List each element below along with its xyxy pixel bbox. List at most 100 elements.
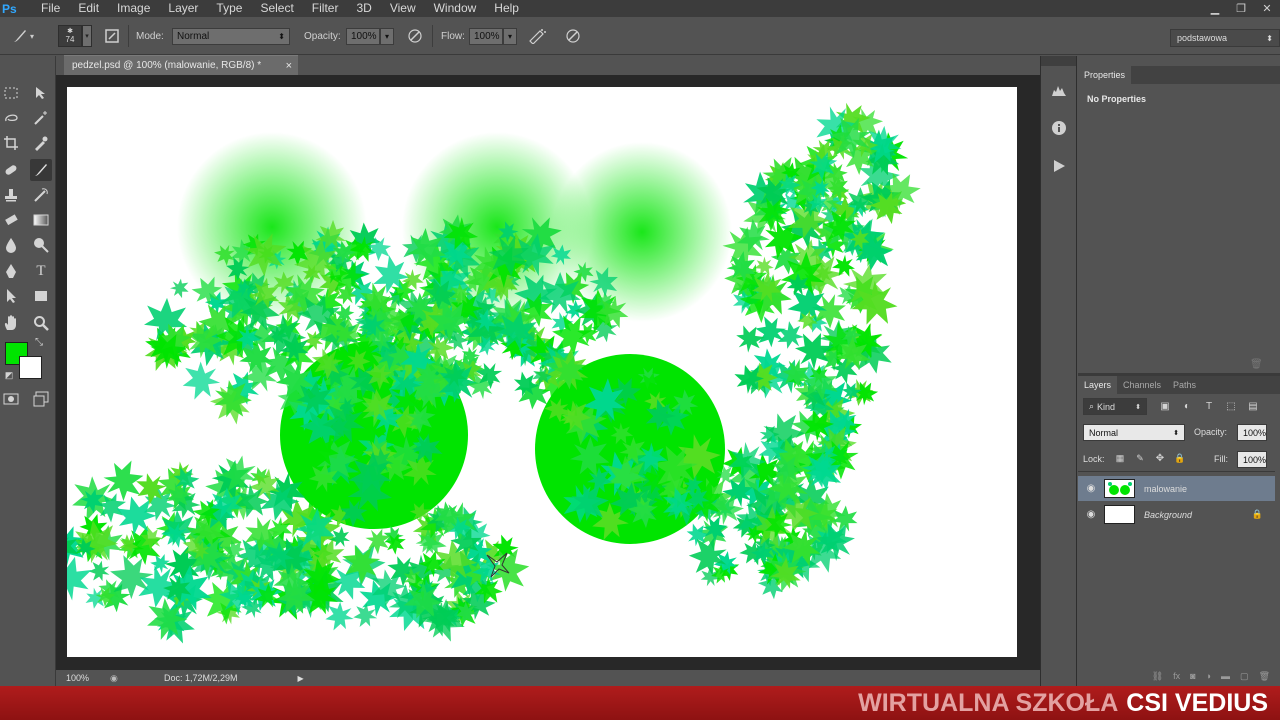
tab-channels[interactable]: Channels <box>1117 376 1167 394</box>
search-icon: ⌕ <box>1089 401 1095 411</box>
lock-all-icon[interactable]: 🔒 <box>1172 450 1188 466</box>
history-brush-tool-icon[interactable] <box>30 184 52 206</box>
layer-filter-select[interactable]: ⌕ Kind ⬍ <box>1083 398 1147 415</box>
marquee-tool-icon[interactable] <box>0 82 22 104</box>
new-group-icon[interactable]: ▬ <box>1221 671 1230 681</box>
menu-select[interactable]: Select <box>251 0 302 17</box>
delete-layer-icon[interactable]: 🗑 <box>1259 671 1270 682</box>
opacity-input[interactable]: 100% <box>346 27 380 45</box>
pressure-size-toggle[interactable] <box>563 17 583 55</box>
tab-paths[interactable]: Paths <box>1167 376 1202 394</box>
filter-adjustment-icon[interactable]: ◐ <box>1178 397 1196 415</box>
opacity-dropdown[interactable]: ▾ <box>380 27 394 45</box>
menu-type[interactable]: Type <box>207 0 251 17</box>
add-mask-icon[interactable]: ◙ <box>1190 671 1195 681</box>
minimize-icon[interactable]: ▁ <box>1202 0 1228 17</box>
airbrush-toggle[interactable] <box>527 17 547 55</box>
quick-mask-icon[interactable] <box>0 388 22 410</box>
magic-wand-tool-icon[interactable] <box>30 107 52 129</box>
canvas[interactable] <box>67 87 1017 657</box>
dodge-tool-icon[interactable] <box>30 234 52 256</box>
menu-view[interactable]: View <box>381 0 425 17</box>
brush-tool-icon[interactable] <box>30 159 52 181</box>
healing-brush-tool-icon[interactable] <box>0 159 22 181</box>
lock-label: Lock: <box>1083 454 1105 464</box>
menu-edit[interactable]: Edit <box>69 0 108 17</box>
lock-position-icon[interactable]: ✥ <box>1152 450 1168 466</box>
eye-icon[interactable]: ◉ <box>1078 483 1104 494</box>
blur-tool-icon[interactable] <box>0 234 22 256</box>
link-layers-icon[interactable]: ⛓ <box>1152 671 1163 682</box>
close-icon[interactable]: × <box>286 60 292 72</box>
layer-style-icon[interactable]: fx <box>1173 671 1180 681</box>
doc-size-info: Doc: 1,72M/2,29M <box>164 673 238 683</box>
crop-tool-icon[interactable] <box>0 132 22 154</box>
swap-colors-icon[interactable]: ⤡ <box>32 335 46 349</box>
tab-layers[interactable]: Layers <box>1078 376 1118 394</box>
pressure-opacity-toggle[interactable] <box>405 17 425 55</box>
background-color-swatch[interactable] <box>19 356 42 379</box>
lock-icon: 🔒 <box>1251 509 1263 519</box>
watermark-banner: WIRTUALNA SZKOŁA CSI VEDIUS <box>0 686 1280 720</box>
filter-shape-icon[interactable]: ⬚ <box>1222 397 1240 415</box>
pen-tool-icon[interactable] <box>0 260 22 282</box>
menu-3d[interactable]: 3D <box>347 0 380 17</box>
brush-panel-toggle[interactable] <box>102 17 122 55</box>
document-title: pedzel.psd @ 100% (malowanie, RGB/8) * <box>72 60 262 71</box>
screen-mode-icon[interactable] <box>30 388 52 410</box>
zoom-level[interactable]: 100% <box>66 673 110 683</box>
menu-file[interactable]: File <box>32 0 69 17</box>
layer-opacity-input[interactable]: 100% <box>1237 424 1267 441</box>
rectangle-tool-icon[interactable] <box>30 285 52 307</box>
menu-image[interactable]: Image <box>108 0 159 17</box>
menu-filter[interactable]: Filter <box>303 0 348 17</box>
menu-layer[interactable]: Layer <box>159 0 207 17</box>
eraser-tool-icon[interactable] <box>0 209 22 231</box>
brush-size-picker[interactable]: ✱ 74 ▾ <box>58 17 92 55</box>
move-tool-icon[interactable] <box>30 82 52 104</box>
restore-icon[interactable]: ❐ <box>1228 0 1254 17</box>
path-selection-tool-icon[interactable] <box>0 285 22 307</box>
type-tool-icon[interactable]: T <box>30 260 52 282</box>
layer-row-background[interactable]: ◉ Background 🔒 <box>1078 502 1275 527</box>
lock-transparent-icon[interactable]: ▦ <box>1112 450 1128 466</box>
default-colors-icon[interactable]: ◩ <box>2 368 16 382</box>
lasso-tool-icon[interactable] <box>0 107 22 129</box>
gradient-tool-icon[interactable] <box>30 209 52 231</box>
layer-row-malowanie[interactable]: ◉ malowanie <box>1078 476 1275 501</box>
brush-preset-picker[interactable]: ▾ <box>10 17 34 55</box>
filter-type-icon[interactable]: T <box>1200 397 1218 415</box>
clone-stamp-tool-icon[interactable] <box>0 184 22 206</box>
new-layer-icon[interactable]: ▢ <box>1240 671 1249 682</box>
layer-name: Background <box>1144 509 1193 520</box>
hand-tool-icon[interactable] <box>0 312 22 334</box>
eye-icon[interactable]: ◉ <box>1078 509 1104 520</box>
lock-pixels-icon[interactable]: ✎ <box>1132 450 1148 466</box>
actions-play-icon[interactable] <box>1049 156 1069 176</box>
workspace-select[interactable]: podstawowa ⬍ <box>1170 29 1280 47</box>
menu-help[interactable]: Help <box>485 0 528 17</box>
zoom-tool-icon[interactable] <box>30 312 52 334</box>
filter-pixel-icon[interactable]: ▣ <box>1156 397 1174 415</box>
adjustment-layer-icon[interactable]: ◑ <box>1206 671 1211 681</box>
flow-dropdown[interactable]: ▾ <box>503 27 517 45</box>
fill-input[interactable]: 100% <box>1237 451 1267 468</box>
info-icon[interactable] <box>1049 118 1069 138</box>
no-properties-message: No Properties <box>1087 94 1147 104</box>
leaf-stroke <box>100 456 149 505</box>
mode-select[interactable]: Normal ⬍ <box>172 27 290 45</box>
blend-mode-select[interactable]: Normal ⬍ <box>1083 424 1185 441</box>
right-panels: Properties No Properties 🗑 Layers Channe… <box>1078 56 1280 686</box>
status-arrow-icon[interactable]: ▶ <box>298 674 304 683</box>
eyedropper-tool-icon[interactable] <box>30 132 52 154</box>
tab-properties[interactable]: Properties <box>1078 66 1132 84</box>
menu-window[interactable]: Window <box>425 0 486 17</box>
document-tab[interactable]: pedzel.psd @ 100% (malowanie, RGB/8) * × <box>64 55 298 75</box>
chevron-down-icon: ▾ <box>82 25 92 47</box>
layer-opacity-value: 100% <box>1243 427 1267 438</box>
filter-smart-object-icon[interactable]: ▤ <box>1244 397 1262 415</box>
histogram-icon[interactable] <box>1049 80 1069 100</box>
close-icon[interactable]: ✕ <box>1254 0 1280 17</box>
flow-input[interactable]: 100% <box>469 27 503 45</box>
share-icon[interactable]: ◉ <box>110 673 126 684</box>
